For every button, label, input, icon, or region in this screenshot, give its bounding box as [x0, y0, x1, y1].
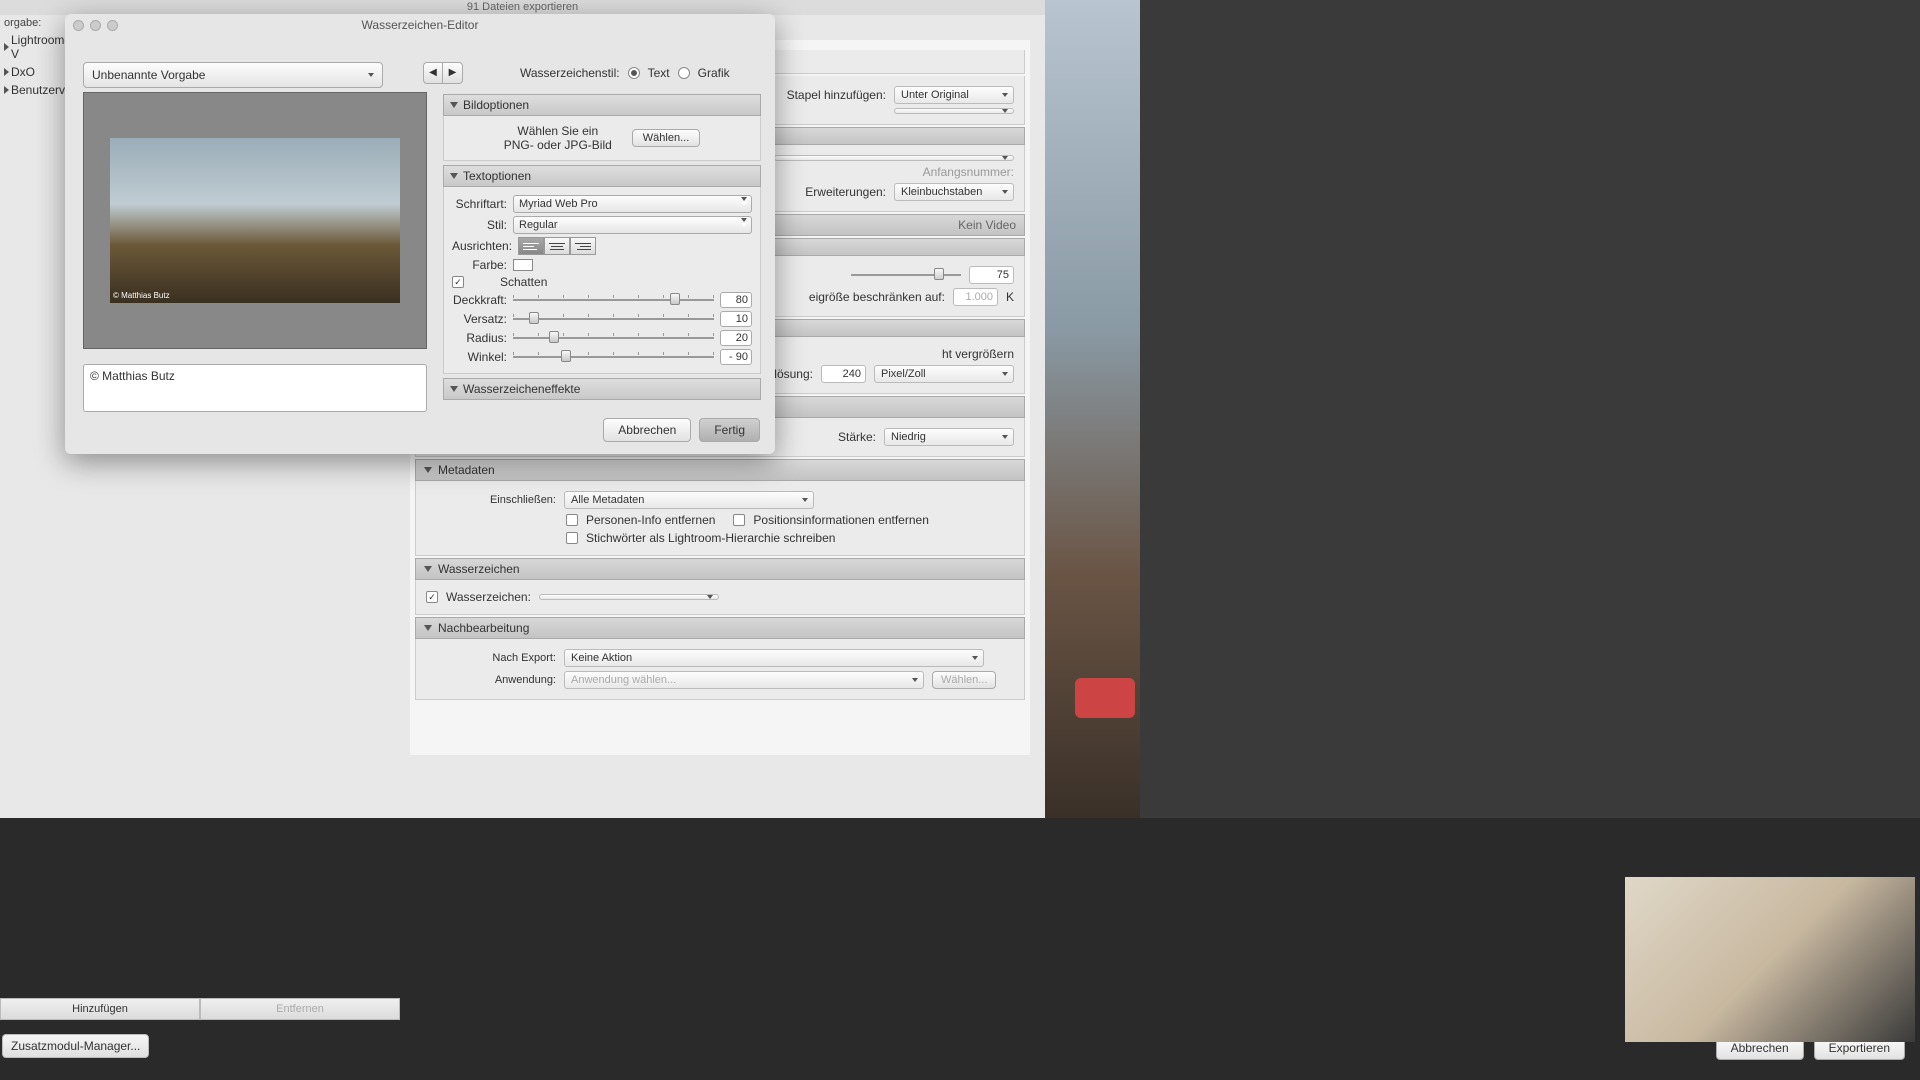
text-options-header[interactable]: Textoptionen	[443, 165, 761, 187]
chevron-down-icon	[450, 386, 458, 392]
font-select[interactable]: Myriad Web Pro	[513, 195, 752, 213]
shadow-checkbox[interactable]	[452, 276, 464, 288]
angle-input[interactable]: - 90	[720, 349, 752, 365]
sidebar-heading: orgabe:	[0, 15, 70, 31]
offset-input[interactable]: 10	[720, 311, 752, 327]
limit-unit: K	[1006, 290, 1014, 304]
preview-watermark-text: © Matthias Butz	[113, 291, 170, 300]
image-options-header[interactable]: Bildoptionen	[443, 94, 761, 116]
preset-sidebar: orgabe: Lightroom-V DxO Benutzervor	[0, 15, 70, 755]
limit-label: eigröße beschränken auf:	[809, 290, 945, 304]
app-select[interactable]: Anwendung wählen...	[564, 671, 924, 689]
chevron-right-icon	[4, 68, 9, 76]
resolution-input[interactable]: 240	[821, 365, 866, 383]
align-left-button[interactable]	[518, 237, 544, 255]
radius-slider[interactable]	[513, 331, 714, 345]
align-center-button[interactable]	[544, 237, 570, 255]
no-video-label: Kein Video	[958, 218, 1016, 232]
sidebar-item-dxo[interactable]: DxO	[0, 63, 70, 81]
watermark-preview: © Matthias Butz	[83, 92, 427, 349]
post-header[interactable]: Nachbearbeitung	[415, 617, 1025, 639]
resolution-unit-select[interactable]: Pixel/Zoll	[874, 365, 1014, 383]
window-title: 91 Dateien exportieren	[0, 0, 1045, 15]
opacity-input[interactable]: 80	[720, 292, 752, 308]
chevron-right-icon	[4, 43, 9, 51]
extensions-label: Erweiterungen:	[805, 185, 886, 199]
chevron-down-icon	[424, 566, 432, 572]
watermark-label: Wasserzeichen:	[446, 590, 531, 604]
add-preset-button[interactable]: Hinzufügen	[0, 998, 200, 1020]
webcam-overlay	[1625, 877, 1915, 1042]
modal-cancel-button[interactable]: Abbrechen	[603, 418, 691, 442]
strength-label: Stärke:	[838, 430, 876, 444]
after-export-select[interactable]: Keine Aktion	[564, 649, 984, 667]
stack-add-label: Stapel hinzufügen:	[787, 88, 886, 102]
choose-image-button[interactable]: Wählen...	[632, 129, 700, 147]
keywords-hier-checkbox[interactable]	[566, 532, 578, 544]
after-export-label: Nach Export:	[426, 652, 556, 664]
chevron-down-icon	[424, 625, 432, 631]
sidebar-item-user[interactable]: Benutzervor	[0, 81, 70, 99]
align-group	[518, 237, 596, 255]
chevron-down-icon	[450, 102, 458, 108]
preset-select[interactable]: Unbenannte Vorgabe	[83, 62, 383, 88]
include-label: Einschließen:	[426, 494, 556, 506]
app-label: Anwendung:	[426, 674, 556, 686]
quality-slider[interactable]	[851, 266, 961, 284]
remove-person-checkbox[interactable]	[566, 514, 578, 526]
remove-location-checkbox[interactable]	[733, 514, 745, 526]
preview-image: © Matthias Butz	[110, 138, 400, 303]
style-text-radio[interactable]	[628, 67, 640, 79]
angle-slider[interactable]	[513, 350, 714, 364]
select-small[interactable]	[894, 108, 1014, 114]
opacity-slider[interactable]	[513, 293, 714, 307]
start-number-label: Anfangsnummer:	[923, 165, 1014, 179]
font-style-select[interactable]: Regular	[513, 216, 752, 234]
modal-done-button[interactable]: Fertig	[699, 418, 760, 442]
plugin-manager-button[interactable]: Zusatzmodul-Manager...	[2, 1034, 149, 1058]
preset-toolbar: Hinzufügen Entfernen	[0, 998, 400, 1020]
metadata-header[interactable]: Metadaten	[415, 459, 1025, 481]
watermark-editor-modal: Wasserzeichen-Editor Unbenannte Vorgabe …	[65, 14, 775, 454]
prev-button[interactable]: ◀	[423, 62, 443, 84]
chevron-down-icon	[424, 467, 432, 473]
align-right-button[interactable]	[570, 237, 596, 255]
offset-slider[interactable]	[513, 312, 714, 326]
watermark-select[interactable]	[539, 594, 719, 600]
radius-input[interactable]: 20	[720, 330, 752, 346]
dark-panel	[1140, 0, 1920, 818]
include-select[interactable]: Alle Metadaten	[564, 491, 814, 509]
naming-select[interactable]	[774, 155, 1014, 161]
app-choose-button[interactable]: Wählen...	[932, 671, 996, 689]
style-graphic-radio[interactable]	[678, 67, 690, 79]
stack-position-select[interactable]: Unter Original	[894, 86, 1014, 104]
strength-select[interactable]: Niedrig	[884, 428, 1014, 446]
watermark-header[interactable]: Wasserzeichen	[415, 558, 1025, 580]
chevron-right-icon	[4, 86, 9, 94]
modal-title: Wasserzeichen-Editor	[65, 18, 775, 32]
quality-input[interactable]: 75	[969, 266, 1014, 284]
style-label: Wasserzeichenstil:	[520, 66, 620, 80]
no-enlarge-label: ht vergrößern	[942, 347, 1014, 361]
color-swatch[interactable]	[513, 259, 533, 271]
sidebar-item-lightroom[interactable]: Lightroom-V	[0, 31, 70, 63]
remove-preset-button[interactable]: Entfernen	[200, 998, 400, 1020]
chevron-down-icon	[450, 173, 458, 179]
effects-header[interactable]: Wasserzeicheneffekte	[443, 378, 761, 400]
extensions-select[interactable]: Kleinbuchstaben	[894, 183, 1014, 201]
watermark-text-input[interactable]: © Matthias Butz	[83, 364, 427, 412]
limit-input[interactable]: 1.000	[953, 288, 998, 306]
next-button[interactable]: ▶	[443, 62, 463, 84]
watermark-checkbox[interactable]	[426, 591, 438, 603]
